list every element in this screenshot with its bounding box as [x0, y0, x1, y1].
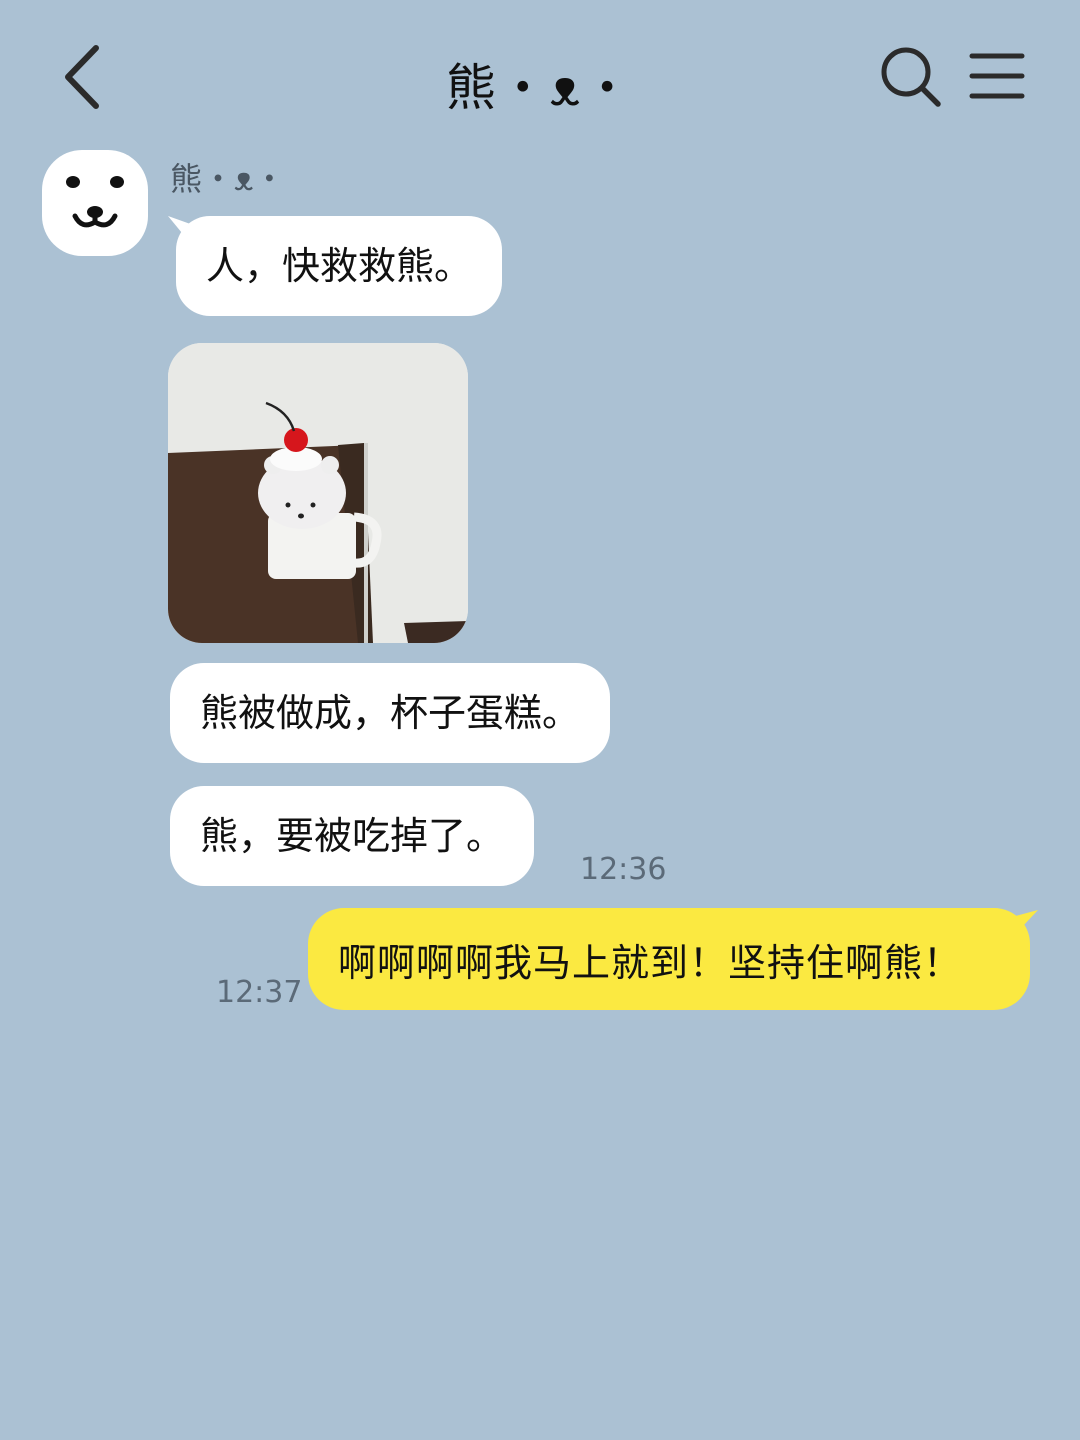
outgoing-message-bubble[interactable]: 啊啊啊啊我马上就到！坚持住啊熊！	[308, 908, 1030, 1010]
sender-name: 熊・ᴥ・	[170, 160, 286, 198]
contact-avatar[interactable]	[42, 150, 148, 256]
bubble-tail	[1008, 910, 1038, 942]
hamburger-menu-icon[interactable]	[966, 48, 1028, 104]
chat-header: 熊・ᴥ・	[0, 0, 1080, 150]
message-text: 熊被做成，杯子蛋糕。	[200, 691, 581, 735]
incoming-message-bubble[interactable]: 熊被做成，杯子蛋糕。	[170, 663, 611, 763]
message-text: 熊，要被吃掉了。	[200, 814, 505, 858]
message-text: 人，快救救熊。	[206, 244, 473, 288]
incoming-message-bubble[interactable]: 熊，要被吃掉了。	[170, 786, 535, 886]
search-icon[interactable]	[878, 44, 944, 110]
photo-message[interactable]	[168, 343, 468, 643]
message-timestamp: 12:37	[216, 975, 303, 1010]
message-text: 啊啊啊啊我马上就到！坚持住啊熊！	[338, 940, 963, 985]
chat-screen: 熊・ᴥ・ 熊・ᴥ・ 人，快救救熊。 熊被做成，杯子蛋糕。 熊，要被吃掉了。 12…	[0, 0, 1080, 1440]
incoming-message-bubble[interactable]: 人，快救救熊。	[176, 216, 503, 316]
bear-plush-cup-cake-photo	[168, 343, 468, 643]
message-timestamp: 12:36	[580, 852, 667, 887]
bear-face-icon	[66, 176, 124, 228]
